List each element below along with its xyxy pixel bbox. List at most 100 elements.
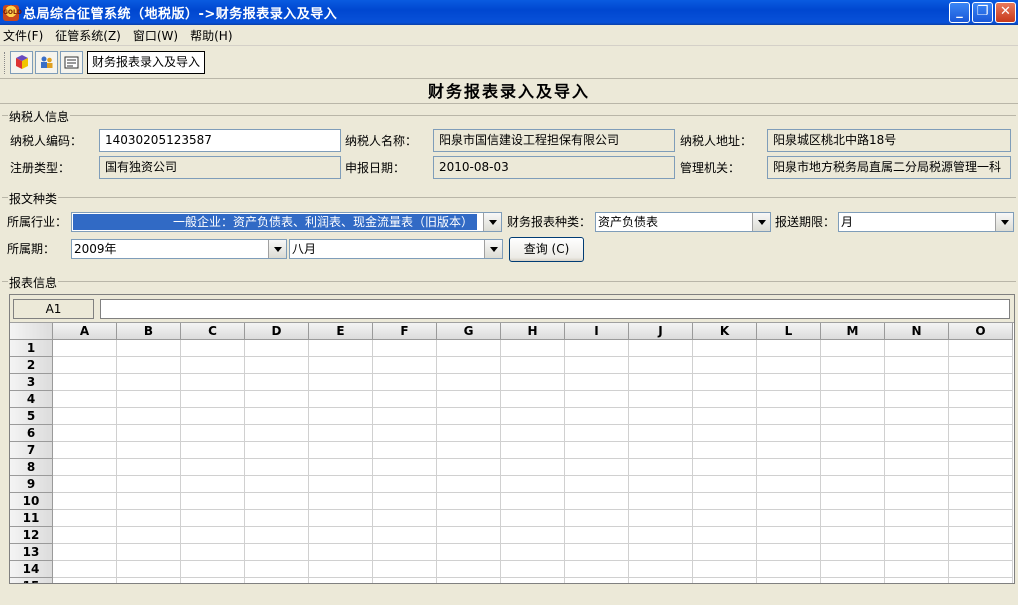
cell-o2[interactable]	[949, 357, 1013, 374]
cell-m7[interactable]	[821, 442, 885, 459]
cell-j10[interactable]	[629, 493, 693, 510]
cell-l14[interactable]	[757, 561, 821, 578]
cell-c7[interactable]	[181, 442, 245, 459]
cell-h10[interactable]	[501, 493, 565, 510]
cell-h7[interactable]	[501, 442, 565, 459]
row-header-5[interactable]: 5	[10, 408, 53, 425]
cell-c1[interactable]	[181, 340, 245, 357]
cell-b3[interactable]	[117, 374, 181, 391]
cell-g10[interactable]	[437, 493, 501, 510]
cell-j14[interactable]	[629, 561, 693, 578]
month-select[interactable]: 八月	[289, 239, 503, 259]
row-header-7[interactable]: 7	[10, 442, 53, 459]
cell-e10[interactable]	[309, 493, 373, 510]
cell-d5[interactable]	[245, 408, 309, 425]
cell-e5[interactable]	[309, 408, 373, 425]
cell-b7[interactable]	[117, 442, 181, 459]
cell-a8[interactable]	[53, 459, 117, 476]
cell-a11[interactable]	[53, 510, 117, 527]
cell-k4[interactable]	[693, 391, 757, 408]
cell-o10[interactable]	[949, 493, 1013, 510]
cell-n7[interactable]	[885, 442, 949, 459]
cell-f6[interactable]	[373, 425, 437, 442]
cell-m4[interactable]	[821, 391, 885, 408]
cell-e6[interactable]	[309, 425, 373, 442]
cell-d2[interactable]	[245, 357, 309, 374]
cell-o7[interactable]	[949, 442, 1013, 459]
column-header-e[interactable]: E	[309, 323, 373, 340]
cell-a1[interactable]	[53, 340, 117, 357]
cell-f1[interactable]	[373, 340, 437, 357]
cell-c3[interactable]	[181, 374, 245, 391]
cell-i11[interactable]	[565, 510, 629, 527]
formula-input[interactable]	[100, 299, 1010, 319]
cell-c13[interactable]	[181, 544, 245, 561]
cell-o6[interactable]	[949, 425, 1013, 442]
close-icon[interactable]: ✕	[995, 2, 1016, 23]
taxpayer-code-field[interactable]: 14030205123587	[99, 129, 341, 152]
column-header-h[interactable]: H	[501, 323, 565, 340]
cell-g2[interactable]	[437, 357, 501, 374]
cell-d15[interactable]	[245, 578, 309, 583]
cell-i13[interactable]	[565, 544, 629, 561]
cell-b12[interactable]	[117, 527, 181, 544]
cell-h4[interactable]	[501, 391, 565, 408]
cell-k1[interactable]	[693, 340, 757, 357]
cell-i6[interactable]	[565, 425, 629, 442]
cell-n2[interactable]	[885, 357, 949, 374]
cell-g8[interactable]	[437, 459, 501, 476]
cell-d4[interactable]	[245, 391, 309, 408]
cell-j8[interactable]	[629, 459, 693, 476]
cell-l9[interactable]	[757, 476, 821, 493]
cell-m15[interactable]	[821, 578, 885, 583]
cell-m12[interactable]	[821, 527, 885, 544]
cell-n5[interactable]	[885, 408, 949, 425]
row-header-8[interactable]: 8	[10, 459, 53, 476]
cell-k2[interactable]	[693, 357, 757, 374]
cell-j15[interactable]	[629, 578, 693, 583]
cell-k7[interactable]	[693, 442, 757, 459]
cell-m2[interactable]	[821, 357, 885, 374]
cell-f12[interactable]	[373, 527, 437, 544]
column-header-k[interactable]: K	[693, 323, 757, 340]
cell-a6[interactable]	[53, 425, 117, 442]
cell-reference-box[interactable]: A1	[13, 299, 94, 319]
cell-l3[interactable]	[757, 374, 821, 391]
spreadsheet[interactable]: A1 ABCDEFGHIJKLMNO123456789101112131415	[9, 294, 1015, 584]
cell-c8[interactable]	[181, 459, 245, 476]
taxpayer-name-field[interactable]: 阳泉市国信建设工程担保有限公司	[433, 129, 675, 152]
column-header-a[interactable]: A	[53, 323, 117, 340]
cell-b14[interactable]	[117, 561, 181, 578]
cell-m3[interactable]	[821, 374, 885, 391]
cell-f7[interactable]	[373, 442, 437, 459]
cell-l8[interactable]	[757, 459, 821, 476]
industry-select[interactable]: 一般企业：资产负债表、利润表、现金流量表（旧版本）	[71, 212, 502, 232]
row-header-12[interactable]: 12	[10, 527, 53, 544]
cell-a3[interactable]	[53, 374, 117, 391]
row-header-10[interactable]: 10	[10, 493, 53, 510]
cell-m13[interactable]	[821, 544, 885, 561]
cell-a13[interactable]	[53, 544, 117, 561]
cell-d3[interactable]	[245, 374, 309, 391]
cell-b9[interactable]	[117, 476, 181, 493]
book-icon[interactable]	[10, 51, 33, 74]
cell-k13[interactable]	[693, 544, 757, 561]
cell-o12[interactable]	[949, 527, 1013, 544]
cell-g1[interactable]	[437, 340, 501, 357]
cell-b4[interactable]	[117, 391, 181, 408]
cell-e11[interactable]	[309, 510, 373, 527]
cell-n8[interactable]	[885, 459, 949, 476]
cell-m8[interactable]	[821, 459, 885, 476]
cell-m14[interactable]	[821, 561, 885, 578]
cell-m11[interactable]	[821, 510, 885, 527]
menu-system[interactable]: 征管系统(Z)	[55, 27, 121, 44]
cell-c15[interactable]	[181, 578, 245, 583]
cell-a9[interactable]	[53, 476, 117, 493]
cell-c11[interactable]	[181, 510, 245, 527]
cell-f3[interactable]	[373, 374, 437, 391]
cell-n13[interactable]	[885, 544, 949, 561]
cell-n14[interactable]	[885, 561, 949, 578]
cell-g5[interactable]	[437, 408, 501, 425]
query-button[interactable]: 查询 (C)	[509, 237, 584, 262]
cell-f15[interactable]	[373, 578, 437, 583]
